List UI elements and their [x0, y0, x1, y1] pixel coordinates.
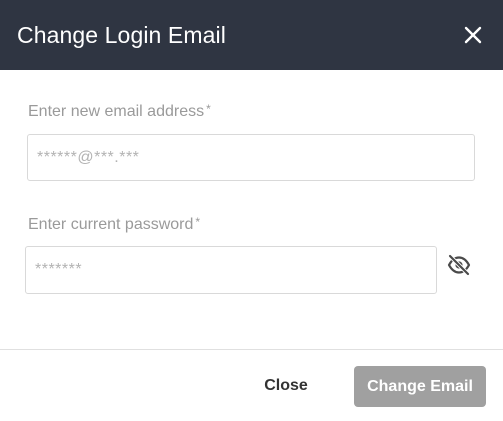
required-mark: *	[195, 215, 201, 229]
eye-off-icon[interactable]	[447, 254, 471, 276]
current-password-input[interactable]	[25, 246, 437, 294]
change-email-dialog: Change Login Email Enter new email addre…	[0, 0, 503, 421]
new-email-input[interactable]	[27, 134, 475, 181]
password-label-text: Enter current password	[28, 216, 194, 233]
required-mark: *	[206, 102, 211, 116]
close-icon[interactable]	[461, 23, 485, 47]
dialog-title: Change Login Email	[17, 21, 226, 48]
dialog-header: Change Login Email	[0, 0, 503, 70]
password-label: Enter current password *	[28, 215, 201, 234]
email-label: Enter new email address *	[28, 102, 211, 121]
change-email-button[interactable]: Change Email	[354, 366, 486, 407]
email-label-text: Enter new email address	[28, 103, 205, 120]
footer-divider	[0, 349, 503, 350]
close-button[interactable]: Close	[246, 366, 326, 406]
